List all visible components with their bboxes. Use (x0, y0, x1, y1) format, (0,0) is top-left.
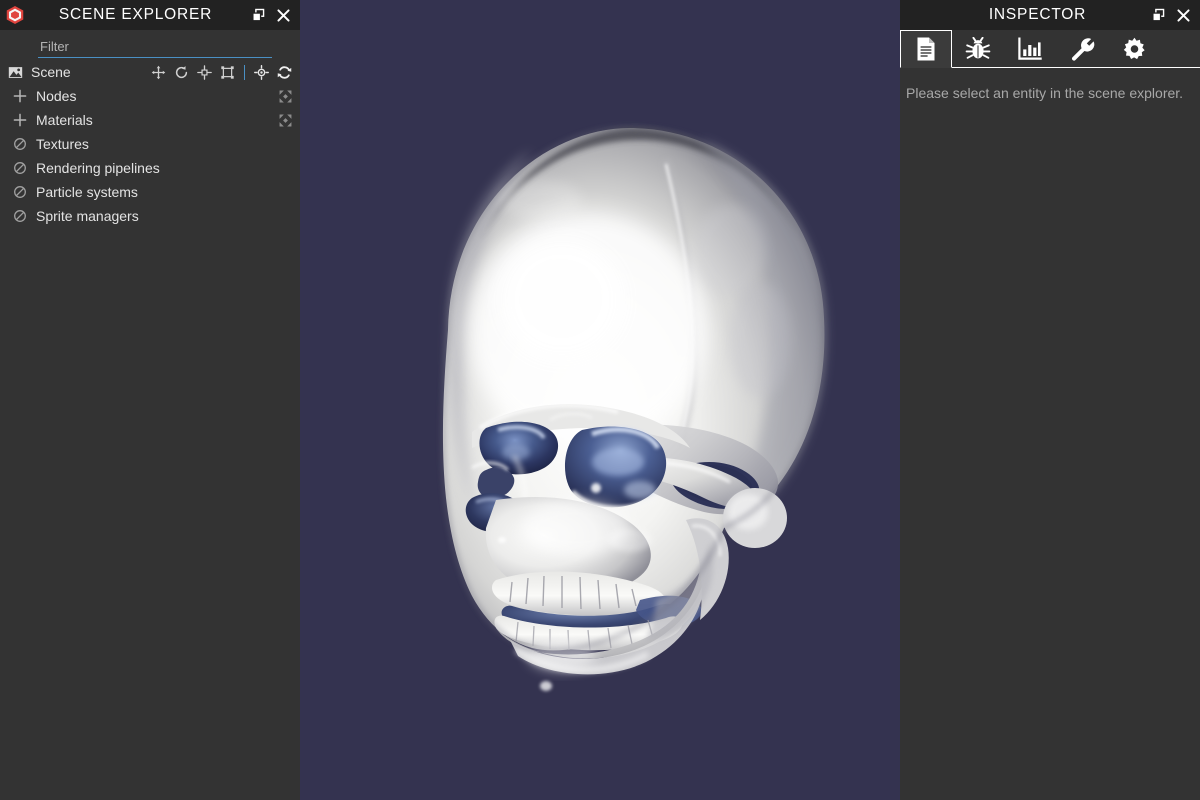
toolbar-separator (244, 64, 245, 80)
tree-row-rendering-pipelines[interactable]: Rendering pipelines (0, 156, 300, 180)
eye-socket-right-reflection-2 (624, 481, 656, 499)
close-icon[interactable] (276, 8, 291, 23)
empty-circle-slash-icon (13, 184, 31, 200)
scene-explorer-panel: SCENE EXPLORER Filter Scene Nodes Materi… (0, 0, 300, 800)
popout-icon[interactable] (1151, 8, 1166, 23)
empty-circle-slash-icon (13, 160, 31, 176)
mastoid-highlight (728, 494, 768, 530)
tree-row-textures[interactable]: Textures (0, 132, 300, 156)
tab-settings[interactable] (1108, 30, 1160, 67)
expand-all-icon[interactable] (278, 89, 292, 103)
babylon-3d-canvas[interactable] (300, 0, 900, 800)
plus-icon[interactable] (13, 88, 31, 104)
empty-circle-slash-icon (13, 136, 31, 152)
bar-chart-icon (1017, 37, 1043, 61)
pick-target-icon[interactable] (254, 64, 269, 80)
document-icon (914, 36, 938, 62)
cranium-bump-right (694, 204, 766, 296)
bounding-box-gizmo-icon[interactable] (220, 65, 235, 80)
infraorbital-foramen (498, 537, 506, 543)
scene-explorer-window-controls (251, 8, 300, 23)
cranium-specular (500, 240, 624, 360)
chin-specular (528, 639, 596, 671)
scale-gizmo-icon[interactable] (197, 64, 212, 80)
scene-gizmo-toolbar (151, 64, 292, 80)
render-viewport[interactable] (300, 0, 900, 800)
scene-tree: Scene Nodes Materials Textures Rendering… (0, 58, 300, 800)
tab-tools[interactable] (1056, 30, 1108, 67)
scene-explorer-title: SCENE EXPLORER (58, 6, 213, 23)
orbit-specular (591, 483, 601, 493)
inspector-tab-bar (900, 30, 1200, 68)
babylon-logo-icon (4, 4, 26, 26)
scene-image-icon (8, 64, 26, 80)
rotate-gizmo-icon[interactable] (174, 65, 189, 80)
tree-label-scene: Scene (31, 64, 71, 80)
tab-statistics[interactable] (1004, 30, 1056, 67)
translate-gizmo-icon[interactable] (151, 65, 166, 80)
cranium-bump-left (498, 180, 582, 220)
gear-icon (1122, 37, 1147, 61)
inspector-window-controls (1151, 8, 1200, 23)
mental-foramen-highlight (540, 681, 552, 691)
tree-label-rendering-pipelines: Rendering pipelines (36, 160, 160, 176)
tree-row-nodes[interactable]: Nodes (0, 84, 300, 108)
inspector-title: INSPECTOR (988, 6, 1087, 23)
close-icon[interactable] (1176, 8, 1191, 23)
parietal-shade (730, 282, 790, 398)
tree-label-materials: Materials (36, 112, 93, 128)
tree-row-materials[interactable]: Materials (0, 108, 300, 132)
inspector-body: Please select an entity in the scene exp… (900, 68, 1200, 800)
wrench-icon (1069, 37, 1095, 61)
cheek-specular-2 (608, 528, 652, 552)
popout-icon[interactable] (251, 8, 266, 23)
expand-all-icon[interactable] (278, 113, 292, 127)
empty-circle-slash-icon (13, 208, 31, 224)
tree-row-sprite-managers[interactable]: Sprite managers (0, 204, 300, 228)
babylon-inspector-app: SCENE EXPLORER Filter Scene Nodes Materi… (0, 0, 1200, 800)
plus-icon[interactable] (13, 112, 31, 128)
eye-socket-right-reflection (592, 448, 644, 476)
inspector-panel: INSPECTOR Please select an entity in the… (900, 0, 1200, 800)
tree-label-particle-systems: Particle systems (36, 184, 138, 200)
tree-row-scene[interactable]: Scene (0, 60, 300, 84)
filter-row (0, 30, 300, 58)
tree-row-particle-systems[interactable]: Particle systems (0, 180, 300, 204)
bug-icon (965, 37, 991, 61)
scene-explorer-titlebar: SCENE EXPLORER (0, 0, 300, 30)
refresh-icon[interactable] (277, 65, 292, 80)
tab-debug[interactable] (952, 30, 1004, 67)
tree-label-textures: Textures (36, 136, 89, 152)
tree-label-nodes: Nodes (36, 88, 77, 104)
filter-input[interactable] (38, 39, 272, 58)
tree-label-sprite-managers: Sprite managers (36, 208, 139, 224)
tab-properties[interactable] (900, 30, 952, 68)
inspector-titlebar: INSPECTOR (900, 0, 1200, 30)
inspector-empty-message: Please select an entity in the scene exp… (906, 85, 1184, 101)
